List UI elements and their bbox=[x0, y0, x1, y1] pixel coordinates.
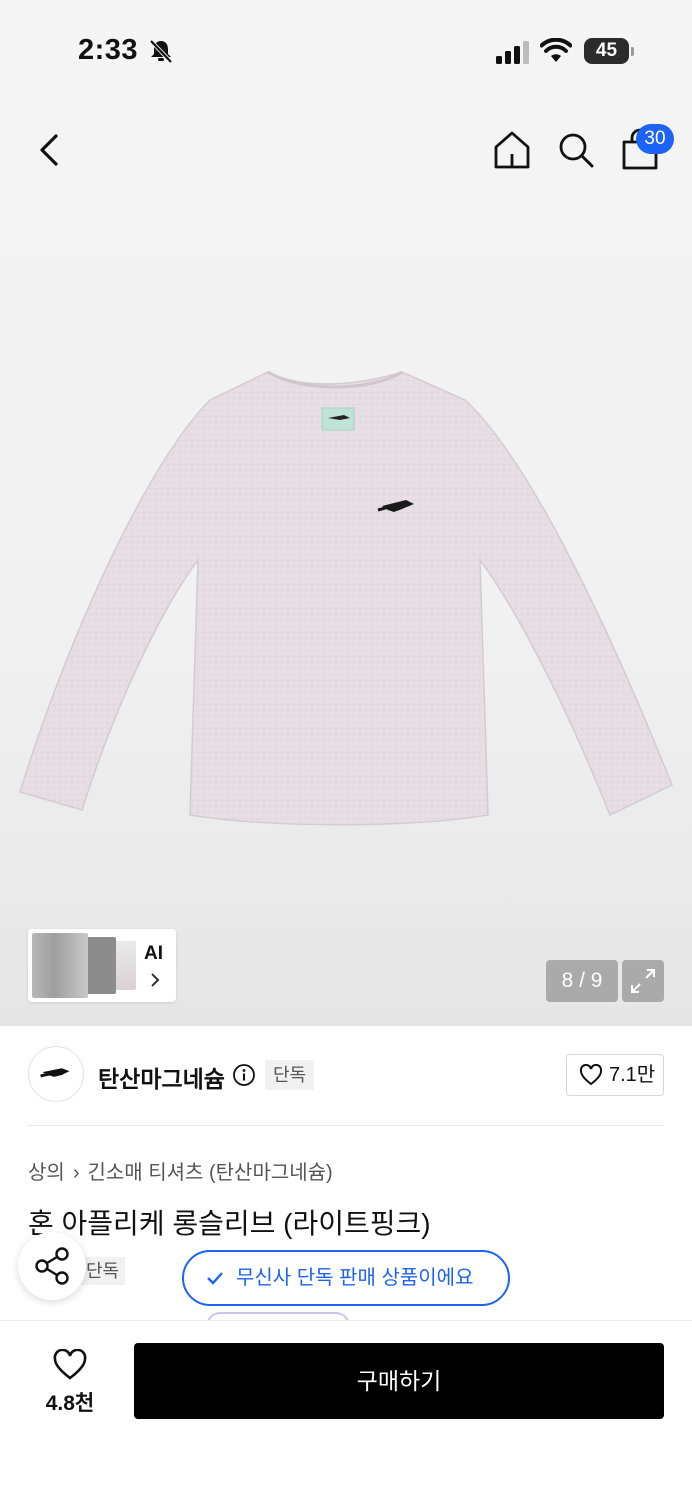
chevron-right-icon bbox=[151, 973, 160, 987]
image-counter: 8 / 9 bbox=[546, 960, 618, 1002]
buy-button[interactable]: 구매하기 bbox=[134, 1343, 664, 1419]
thumbnail-image bbox=[86, 937, 116, 994]
wifi-icon bbox=[540, 38, 572, 62]
wishlist-count: 4.8천 bbox=[45, 1392, 95, 1415]
wishlist-button[interactable]: 4.8천 bbox=[30, 1345, 110, 1417]
thumbnail-image bbox=[32, 933, 88, 998]
chevron-right-icon: › bbox=[72, 1162, 80, 1184]
brand-like-count: 7.1만 bbox=[609, 1064, 656, 1086]
signal-icon bbox=[496, 41, 529, 64]
status-bar: 2:33 45 bbox=[0, 0, 692, 100]
home-icon[interactable] bbox=[490, 128, 534, 172]
divider bbox=[28, 1125, 664, 1126]
product-title: 혼 아플리케 롱슬리브 (라이트핑크) bbox=[28, 1208, 431, 1239]
brand-row: 탄산마그네슘 단독 7.1만 bbox=[0, 1026, 692, 1126]
breadcrumb-item[interactable]: 긴소매 티셔츠 (탄산마그네슘) bbox=[87, 1162, 332, 1184]
brand-logo[interactable] bbox=[28, 1046, 84, 1102]
product-gallery[interactable]: 2:33 45 30 AI 8 / 9 bbox=[0, 0, 692, 1026]
exclusive-sale-banner: 무신사 단독 판매 상품이에요 bbox=[182, 1250, 510, 1306]
exclusive-sale-text: 무신사 단독 판매 상품이에요 bbox=[236, 1267, 474, 1289]
ai-fitting-thumbnails[interactable]: AI bbox=[28, 929, 176, 1002]
battery-level: 45 bbox=[584, 38, 629, 64]
brand-name[interactable]: 탄산마그네슘 bbox=[98, 1060, 225, 1094]
expand-icon[interactable] bbox=[622, 960, 664, 1002]
back-icon[interactable] bbox=[28, 126, 72, 174]
breadcrumb: 상의 › 긴소매 티셔츠 (탄산마그네슘) bbox=[28, 1156, 333, 1185]
breadcrumb-item[interactable]: 상의 bbox=[28, 1162, 65, 1184]
info-icon[interactable] bbox=[232, 1063, 256, 1087]
exclusive-badge: 단독 bbox=[80, 1257, 126, 1285]
product-image[interactable] bbox=[10, 360, 682, 830]
status-time: 2:33 bbox=[78, 34, 139, 66]
bottom-action-bar: 4.8천 구매하기 bbox=[0, 1320, 692, 1500]
check-icon bbox=[207, 1272, 223, 1285]
heart-icon bbox=[53, 1349, 87, 1380]
heart-icon bbox=[579, 1064, 603, 1086]
share-icon[interactable] bbox=[18, 1232, 86, 1300]
cart-count-badge: 30 bbox=[636, 124, 674, 154]
ai-label: AI bbox=[144, 943, 163, 964]
brand-like-button[interactable]: 7.1만 bbox=[566, 1054, 664, 1096]
exclusive-badge: 단독 bbox=[265, 1060, 315, 1090]
search-icon[interactable] bbox=[554, 128, 598, 172]
battery-icon: 45 bbox=[584, 38, 634, 64]
bell-muted-icon bbox=[149, 39, 173, 64]
